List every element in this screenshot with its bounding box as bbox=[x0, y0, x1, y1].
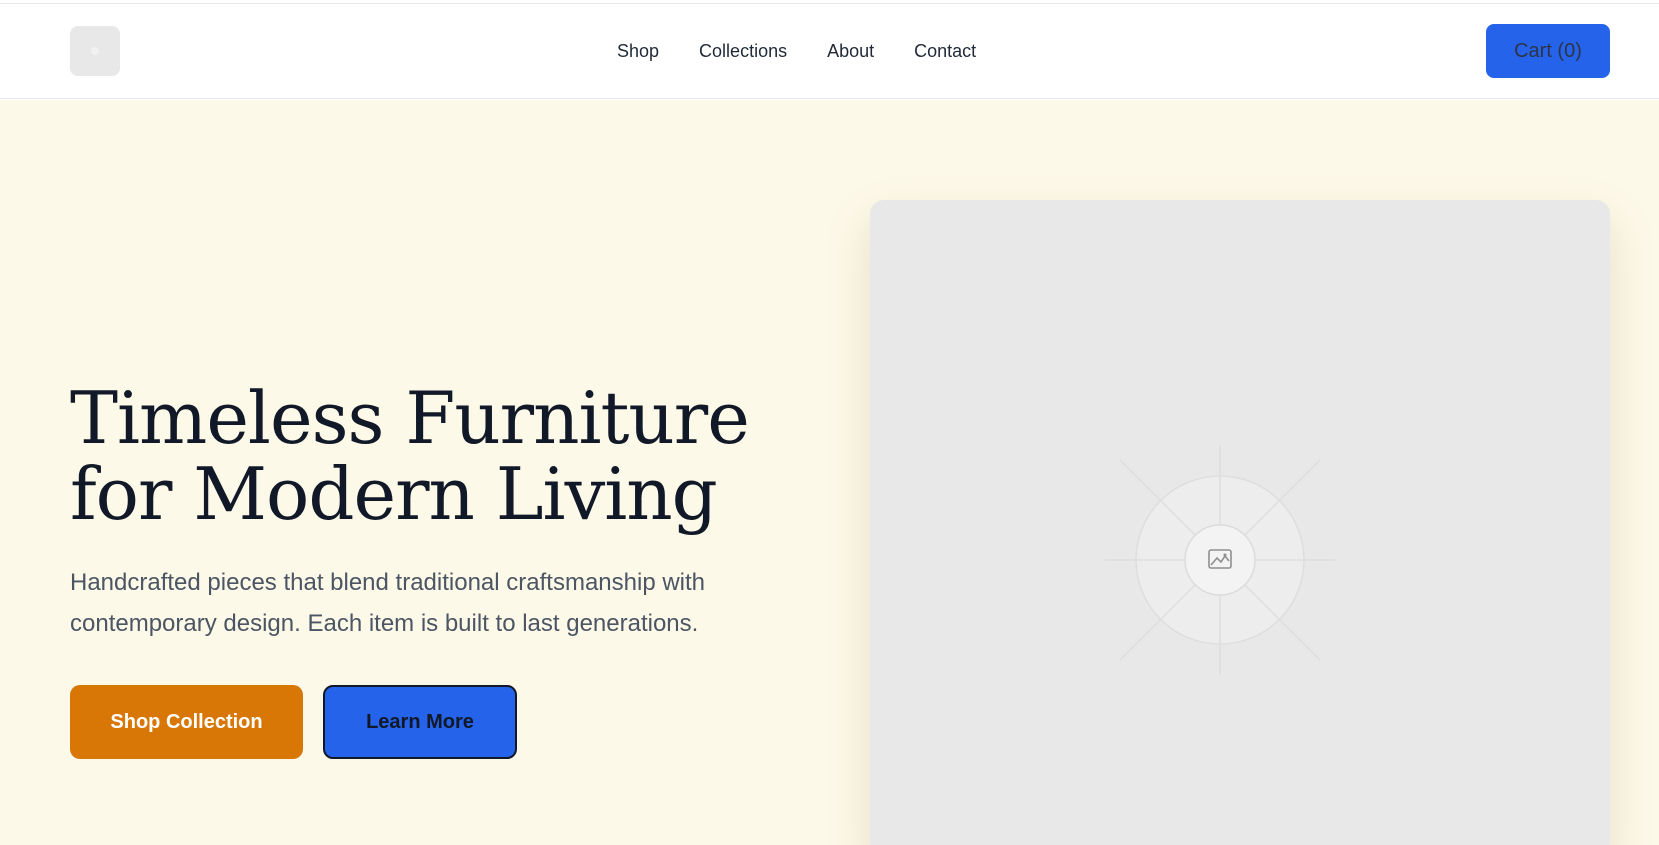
shop-collection-button[interactable]: Shop Collection bbox=[70, 685, 303, 759]
hero-subtitle-line-1: Handcrafted pieces that blend traditiona… bbox=[70, 569, 706, 596]
hero-section: Timeless Furniture for Modern Living Han… bbox=[0, 100, 1659, 845]
hero-title-line-1: Timeless Furniture bbox=[70, 376, 750, 460]
cart-button[interactable]: Cart (0) bbox=[1486, 24, 1610, 78]
nav-link-shop[interactable]: Shop bbox=[617, 41, 659, 62]
image-placeholder-graphic bbox=[1105, 445, 1335, 675]
hero-title-line-2: for Modern Living bbox=[70, 452, 718, 536]
nav-link-about[interactable]: About bbox=[827, 41, 874, 62]
logo-placeholder-icon[interactable] bbox=[70, 26, 120, 76]
nav-link-contact[interactable]: Contact bbox=[914, 41, 976, 62]
hero-image-placeholder bbox=[870, 200, 1610, 845]
main-nav: Shop Collections About Contact bbox=[617, 41, 976, 62]
learn-more-button[interactable]: Learn More bbox=[323, 685, 517, 759]
hero-subtitle-line-2: contemporary design. Each item is built … bbox=[70, 610, 699, 637]
logo-dot bbox=[91, 47, 99, 55]
nav-link-collections[interactable]: Collections bbox=[699, 41, 787, 62]
navbar: Shop Collections About Contact Cart (0) bbox=[0, 4, 1659, 99]
hero-title: Timeless Furniture for Modern Living bbox=[70, 380, 850, 532]
hero-subtitle: Handcrafted pieces that blend traditiona… bbox=[70, 562, 830, 644]
